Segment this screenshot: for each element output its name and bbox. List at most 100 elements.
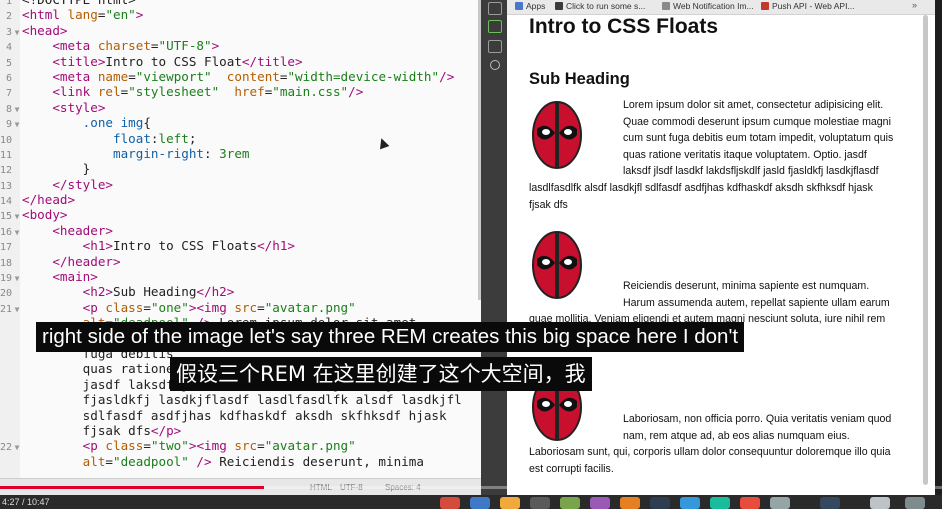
code-line[interactable]: 8 ▼ <style> (0, 100, 462, 115)
code-line[interactable]: fjsak dfs</p> (0, 423, 462, 438)
code-token: "stylesheet" (128, 84, 220, 100)
code-token: /> (439, 68, 455, 84)
code-line[interactable]: 16 ▼ <header> (0, 223, 462, 238)
code-token: </p> (150, 422, 182, 438)
video-timestamp: 4:27 / 10:47 (2, 497, 50, 507)
code-token: "main.css" (272, 84, 349, 100)
code-token: fjasldkfj lasdkjflasdf lasdlfasdlfk alsd… (22, 392, 462, 408)
lightbulb-icon[interactable] (490, 60, 500, 70)
code-line[interactable]: 10 float:left; (0, 131, 462, 146)
bookmark-apps[interactable]: Apps (515, 1, 545, 11)
bookmark-web-notification[interactable]: Web Notification Im... (662, 1, 754, 11)
code-line[interactable]: alt="deadpool" /> Reiciendis deserunt, m… (0, 454, 462, 469)
dock-app-icon[interactable] (650, 497, 670, 509)
more-bookmarks-icon[interactable]: » (912, 0, 917, 10)
briefcase-icon[interactable] (488, 2, 502, 15)
code-token: /> (348, 84, 364, 100)
code-line[interactable]: 1<!DOCTYPE html> (0, 0, 462, 7)
dock-app-icon[interactable] (710, 497, 730, 509)
code-line[interactable]: 6 <meta name="viewport" content="width=d… (0, 69, 462, 84)
code-line[interactable]: 19 ▼ <main> (0, 269, 462, 284)
code-token: charset (97, 38, 151, 54)
code-line[interactable]: 2 <html lang="en"> (0, 7, 462, 22)
browser-preview: Apps Click to run some s... Web Notifica… (507, 0, 935, 495)
dock-app-icon[interactable] (440, 497, 460, 509)
dock-app-icon[interactable] (470, 497, 490, 509)
code-token: Intro to CSS Float (105, 53, 242, 69)
code-line[interactable]: 5 <title>Intro to CSS Float</title> (0, 54, 462, 69)
code-line[interactable]: 4 <meta charset="UTF-8"> (0, 38, 462, 53)
code-line[interactable]: 11 margin-right: 3rem (0, 146, 462, 161)
code-line[interactable]: 22 ▼ <p class="two"><img src="avatar.png" (0, 438, 462, 453)
code-token: ><img (188, 438, 235, 454)
code-token: left (158, 130, 189, 146)
dock-app-icon[interactable] (620, 497, 640, 509)
bookmark-label: Click to run some s... (566, 1, 646, 11)
dock-app-icon[interactable] (500, 497, 520, 509)
code-token: "viewport" (135, 68, 212, 84)
code-token: </h2> (196, 284, 235, 300)
terminal-icon[interactable] (488, 40, 502, 53)
code-token: = (143, 299, 151, 315)
code-token: sdlfasdf asdfjhas kdfhaskdf aksdh skfhks… (22, 407, 447, 423)
mdn-icon (761, 2, 769, 10)
dock-app-icon[interactable] (740, 497, 760, 509)
code-line[interactable]: sdlfasdf asdfjhas kdfhaskdf aksdh skfhks… (0, 408, 462, 423)
video-progress-bar[interactable] (0, 486, 942, 489)
code-editor[interactable]: 1<!DOCTYPE html>2<html lang="en">3▼<head… (0, 0, 481, 509)
dock-app-icon[interactable] (905, 497, 925, 509)
code-line[interactable]: 13 </style> (0, 177, 462, 192)
dock-app-icon[interactable] (560, 497, 580, 509)
code-line[interactable]: 9 ▼ .one img{ (0, 115, 462, 130)
code-token: /> (188, 453, 220, 469)
code-line[interactable]: 7 <link rel="stylesheet" href="main.css"… (0, 84, 462, 99)
code-line[interactable]: 18 </header> (0, 254, 462, 269)
code-token: </head> (22, 192, 76, 208)
video-progress-fill (0, 486, 264, 489)
code-token: > (211, 38, 220, 54)
page-title: Intro to CSS Floats (529, 15, 718, 38)
code-token: Intro to CSS Floats (113, 238, 258, 254)
code-line[interactable]: 14 </head> (0, 192, 462, 207)
dock-app-icon[interactable] (530, 497, 550, 509)
code-line[interactable]: 3 ▼ <head> (0, 23, 462, 38)
code-token: "en" (105, 7, 136, 23)
code-area[interactable]: 1<!DOCTYPE html>2<html lang="en">3▼<head… (0, 0, 462, 469)
code-token: </h1> (257, 238, 295, 254)
extension-icon[interactable] (488, 20, 502, 33)
code-token: <link (52, 84, 98, 100)
code-line[interactable]: 12 } (0, 161, 462, 176)
code-token: "UTF-8" (158, 38, 212, 54)
browser-scrollbar[interactable] (923, 15, 928, 485)
code-line[interactable]: fjasldkfj lasdkjflasdf lasdlfasdlfk alsd… (0, 392, 462, 407)
code-token: <meta (52, 38, 98, 54)
code-line[interactable]: 20 <h2>Sub Heading</h2> (0, 284, 462, 299)
code-line[interactable]: 17 <h1>Intro to CSS Floats</h1> (0, 238, 462, 253)
code-token: src (234, 299, 258, 315)
code-line[interactable]: 21 ▼ <p class="one"><img src="avatar.png" (0, 300, 462, 315)
bookmark-push-api[interactable]: Push API - Web API... (761, 1, 855, 11)
code-token: "one" (150, 299, 189, 315)
code-token: 3rem (219, 145, 250, 161)
code-token: alt (82, 453, 106, 469)
code-token: Reiciendis deserunt, minima (219, 453, 424, 469)
page-icon (555, 2, 563, 10)
dock-app-icon[interactable] (870, 497, 890, 509)
code-token: : (150, 130, 159, 146)
dock-app-icon[interactable] (590, 497, 610, 509)
dock-app-icon[interactable] (770, 497, 790, 509)
code-line[interactable]: 15 ▼ <body> (0, 207, 462, 222)
subtitle-chinese: 假设三个REM 在这里创建了这个大空间，我 (170, 357, 592, 391)
dock-app-icon[interactable] (680, 497, 700, 509)
bookmark-label: Push API - Web API... (772, 1, 855, 11)
bookmark-click-to-run[interactable]: Click to run some s... (555, 1, 645, 11)
dock-app-icon[interactable] (820, 497, 840, 509)
code-token: <!DOCTYPE html> (22, 0, 136, 7)
apps-grid-icon (515, 2, 523, 10)
